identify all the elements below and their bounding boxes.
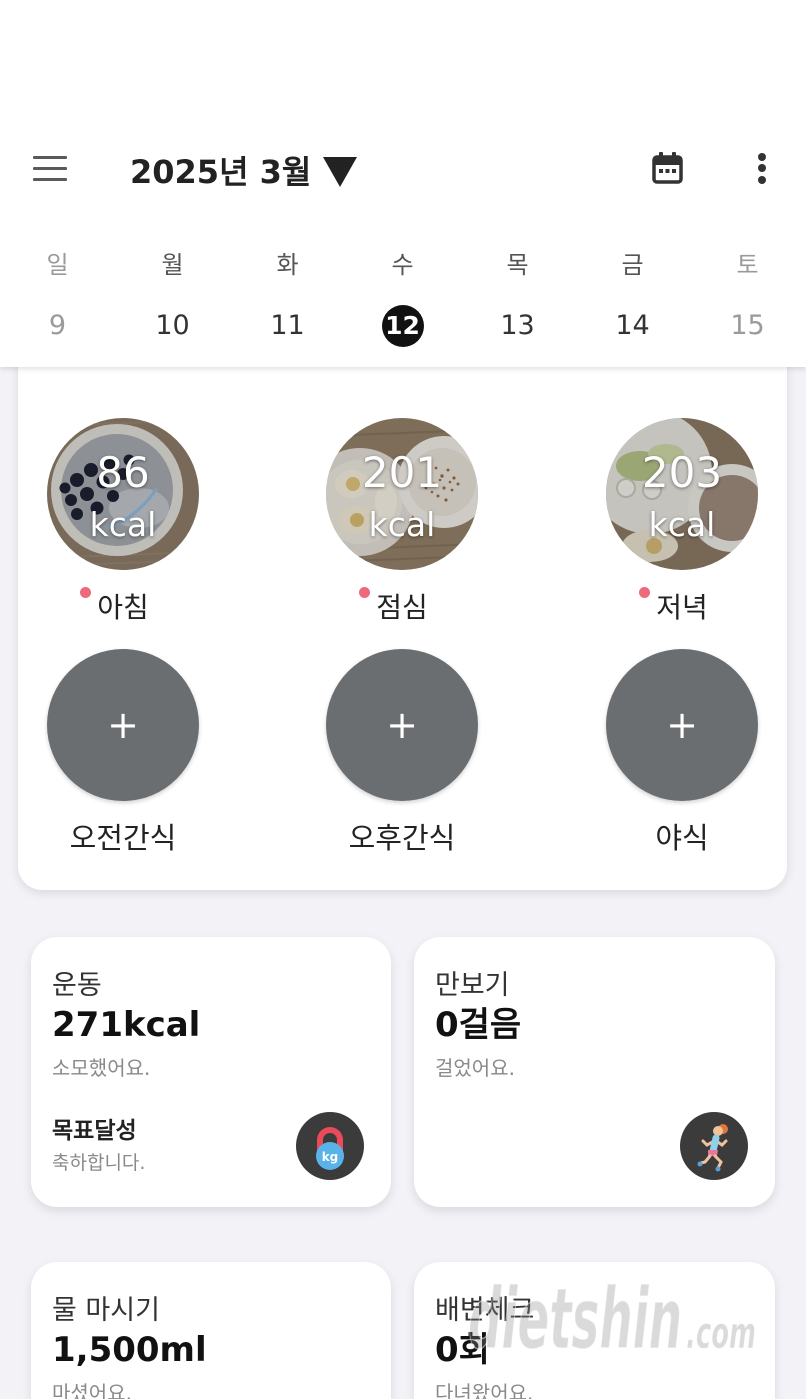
add-meal-label: 오후간식 [348,821,456,855]
weekday-name: 월 [161,251,184,279]
add-late-night-snack-button[interactable]: + [606,649,758,801]
meal-kcal-value: 86 [96,448,150,497]
meal-label: 저녁 [606,587,758,625]
date-number[interactable]: 11 [267,305,309,347]
meal-kcal-unit: kcal [368,505,436,544]
meal-label-text: 저녁 [656,591,708,624]
app-header: 2025년 3월 일 월 화 수 목 금 토 9 10 11 12 13 14 … [0,0,806,367]
add-late-night-snack[interactable]: + 야식 [606,649,758,859]
weekday-name: 금 [621,251,644,279]
status-dot [80,587,92,598]
weekday-names-row: 일 월 화 수 목 금 토 [0,248,805,282]
card-title: 배변체크 [435,1295,535,1326]
goal-title: 목표달성 [52,1118,137,1144]
more-vertical-icon[interactable] [755,151,769,185]
status-dot [639,587,651,598]
meal-label-text: 아침 [97,591,149,624]
meal-lunch[interactable]: 201 kcal 점심 [326,418,478,628]
pedometer-card[interactable]: 만보기 0걸음 걸었어요. [414,937,775,1207]
add-afternoon-snack[interactable]: + 오후간식 [326,649,478,859]
kettlebell-icon: kg [296,1112,364,1180]
card-title: 물 마시기 [52,1295,160,1326]
caret-down-icon[interactable] [323,157,358,187]
weekday-name: 토 [736,251,759,279]
date-cell-selected[interactable]: 12 [345,305,460,347]
weekday-name: 일 [46,251,69,279]
meal-kcal-unit: kcal [648,505,716,544]
add-morning-snack-button[interactable]: + [47,649,199,801]
date-cell[interactable]: 13 [460,305,575,347]
meal-label: 아침 [47,587,199,625]
date-number[interactable]: 15 [727,305,769,347]
month-picker[interactable]: 2025년 3월 [130,150,358,194]
add-morning-snack[interactable]: + 오전간식 [47,649,199,859]
meal-kcal-unit: kcal [89,505,157,544]
meal-kcal-value: 203 [641,448,723,497]
hamburger-menu-icon[interactable] [33,156,67,181]
card-value: 1,500ml [52,1330,207,1370]
add-meal-label: 오전간식 [69,821,177,855]
card-title: 운동 [52,970,102,1001]
card-caption: 걸었어요. [435,1056,515,1080]
card-caption: 마셨어요. [52,1381,132,1399]
date-cell[interactable]: 15 [690,305,805,347]
card-value: 0걸음 [435,1005,522,1045]
meal-dinner[interactable]: 203 kcal 저녁 [606,418,758,628]
weekday-name: 화 [276,251,299,279]
goal-caption: 축하합니다. [52,1152,146,1174]
card-title: 만보기 [435,970,510,1001]
add-afternoon-snack-button[interactable]: + [326,649,478,801]
weekday-name: 목 [506,251,529,279]
week-dates-row: 9 10 11 12 13 14 15 [0,305,805,347]
exercise-card[interactable]: 운동 271kcal 소모했어요. 목표달성 축하합니다. kg [31,937,391,1207]
date-number[interactable]: 9 [37,305,79,347]
dinner-photo[interactable]: 203 kcal [606,418,758,570]
date-cell[interactable]: 10 [115,305,230,347]
selected-date-number[interactable]: 12 [381,305,424,347]
meal-label: 점심 [326,587,478,625]
kettlebell-kg-label: kg [322,1150,339,1164]
card-value: 0회 [435,1330,490,1370]
lunch-photo[interactable]: 201 kcal [326,418,478,570]
date-cell[interactable]: 14 [575,305,690,347]
runner-icon [680,1112,748,1180]
meal-breakfast[interactable]: 86 kcal 아침 [47,418,199,628]
weekday-name: 수 [391,251,414,279]
bowel-check-card[interactable]: 배변체크 0회 다녀왔어요. [414,1262,775,1399]
add-meal-label: 야식 [655,821,709,855]
meal-kcal-value: 201 [361,448,443,497]
water-card[interactable]: 물 마시기 1,500ml 마셨어요. [31,1262,391,1399]
date-number[interactable]: 13 [497,305,539,347]
calendar-icon[interactable] [651,151,684,185]
card-caption: 다녀왔어요. [435,1381,534,1399]
status-dot [359,587,371,598]
meal-card: 86 kcal 아침 201 kcal 점심 203 kcal 저녁 + 오전간… [18,330,787,890]
date-number[interactable]: 14 [612,305,654,347]
month-title[interactable]: 2025년 3월 [130,150,311,194]
date-cell[interactable]: 9 [0,305,115,347]
date-number[interactable]: 10 [152,305,194,347]
breakfast-photo[interactable]: 86 kcal [47,418,199,570]
card-value: 271kcal [52,1005,201,1045]
date-cell[interactable]: 11 [230,305,345,347]
meal-label-text: 점심 [376,591,428,624]
card-caption: 소모했어요. [52,1056,151,1080]
